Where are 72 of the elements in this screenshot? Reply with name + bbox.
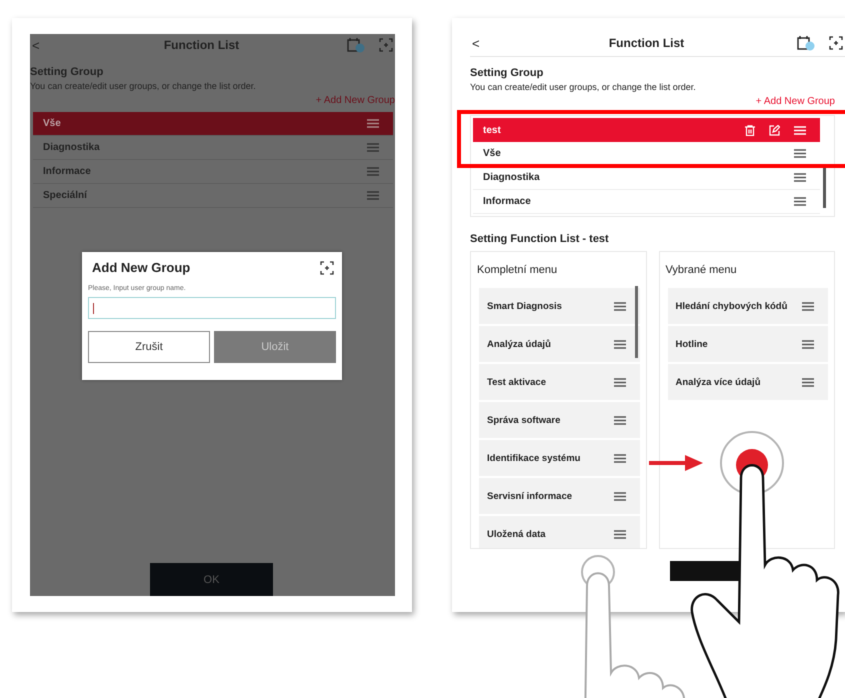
back-button[interactable]: < xyxy=(472,36,496,50)
edit-icon[interactable] xyxy=(769,124,780,136)
menu-item[interactable]: Test aktivace xyxy=(479,364,640,400)
menu-item[interactable]: Uložená data xyxy=(479,516,640,548)
input-field[interactable] xyxy=(88,297,336,319)
menu-item-label: Uložená data xyxy=(487,528,547,540)
group-label: test xyxy=(483,124,502,136)
group-row[interactable]: Informace xyxy=(473,190,820,214)
drag-handle-icon[interactable] xyxy=(802,378,814,386)
group-row[interactable]: Vše xyxy=(473,142,820,166)
section-title: Setting Group xyxy=(30,66,104,78)
section-title: Setting Function List - test xyxy=(470,233,610,245)
dialog-button[interactable]: Zrušit xyxy=(88,331,210,363)
drag-handle-icon[interactable] xyxy=(614,302,626,310)
menu-item-label: Správa software xyxy=(487,414,562,426)
group-row[interactable]: test xyxy=(473,118,820,142)
menu-item[interactable]: Hotline xyxy=(668,326,828,362)
screen-title: Function List xyxy=(162,38,240,52)
group-label: Diagnostika xyxy=(483,172,541,183)
scrollbar[interactable] xyxy=(823,166,826,208)
arrow-icon xyxy=(649,455,703,471)
dialog-title: Add New Group xyxy=(92,260,190,275)
focus-frame-icon[interactable] xyxy=(320,260,334,274)
panel-title: Kompletní menu xyxy=(477,264,558,276)
drag-handle-icon[interactable] xyxy=(367,167,379,176)
drag-handle-icon[interactable] xyxy=(614,492,626,500)
drag-handle-icon[interactable] xyxy=(614,454,626,462)
drag-handle-icon[interactable] xyxy=(367,191,379,200)
menu-item[interactable]: Analýza více údajů xyxy=(668,364,828,400)
drag-handle-icon[interactable] xyxy=(614,340,626,348)
group-row[interactable]: Diagnostika xyxy=(473,166,820,190)
group-label: Informace xyxy=(483,196,532,207)
menu-item[interactable]: Analýza údajů xyxy=(479,326,640,362)
menu-item-label: Smart Diagnosis xyxy=(487,300,563,312)
menu-item-label: Hotline xyxy=(676,338,709,350)
section-title: Setting Group xyxy=(470,67,544,79)
drag-handle-icon[interactable] xyxy=(367,143,379,152)
add-group-link[interactable]: + Add New Group xyxy=(756,96,835,107)
calendar-icon[interactable] xyxy=(797,35,815,51)
group-label: Diagnostika xyxy=(43,142,101,153)
group-label: Vše xyxy=(483,148,502,159)
menu-item-label: Analýza více údajů xyxy=(676,376,762,388)
drag-handle-icon[interactable] xyxy=(794,173,806,182)
menu-item[interactable]: Servisní informace xyxy=(479,478,640,514)
section-description: You can create/edit user groups, or change the list order. xyxy=(470,82,697,92)
scrollbar[interactable] xyxy=(635,286,638,358)
panel-title: Vybrané menu xyxy=(666,264,738,276)
menu-item-label: Identifikace systému xyxy=(487,452,582,464)
drag-handle-icon[interactable] xyxy=(614,530,626,538)
drag-handle-icon[interactable] xyxy=(794,149,806,158)
screen-title: Function List xyxy=(608,36,686,50)
menu-item[interactable]: Smart Diagnosis xyxy=(479,288,640,324)
menu-item-label: Hledání chybových kódů xyxy=(676,300,788,312)
group-row[interactable]: Vše xyxy=(33,112,393,136)
drag-handle-icon[interactable] xyxy=(802,302,814,310)
group-label: Vše xyxy=(43,118,62,129)
drag-handle-icon[interactable] xyxy=(614,416,626,424)
menu-item-label: Analýza údajů xyxy=(487,338,552,350)
focus-frame-icon[interactable] xyxy=(829,36,843,50)
drag-handle-icon[interactable] xyxy=(794,197,806,206)
menu-item-label: Servisní informace xyxy=(487,490,574,502)
drag-handle-icon[interactable] xyxy=(367,119,379,128)
menu-item-label: Test aktivace xyxy=(487,376,547,388)
section-description: You can create/edit user groups, or change the list order. xyxy=(30,81,257,91)
drag-handle-icon[interactable] xyxy=(614,378,626,386)
menu-item[interactable]: Správa software xyxy=(479,402,640,438)
group-label: Speciální xyxy=(43,190,88,201)
trash-icon[interactable] xyxy=(745,124,755,136)
menu-item[interactable]: Identifikace systému xyxy=(479,440,640,476)
drag-handle-icon[interactable] xyxy=(802,340,814,348)
group-label: Informace xyxy=(43,166,92,177)
menu-item[interactable]: Hledání chybových kódů xyxy=(668,288,828,324)
